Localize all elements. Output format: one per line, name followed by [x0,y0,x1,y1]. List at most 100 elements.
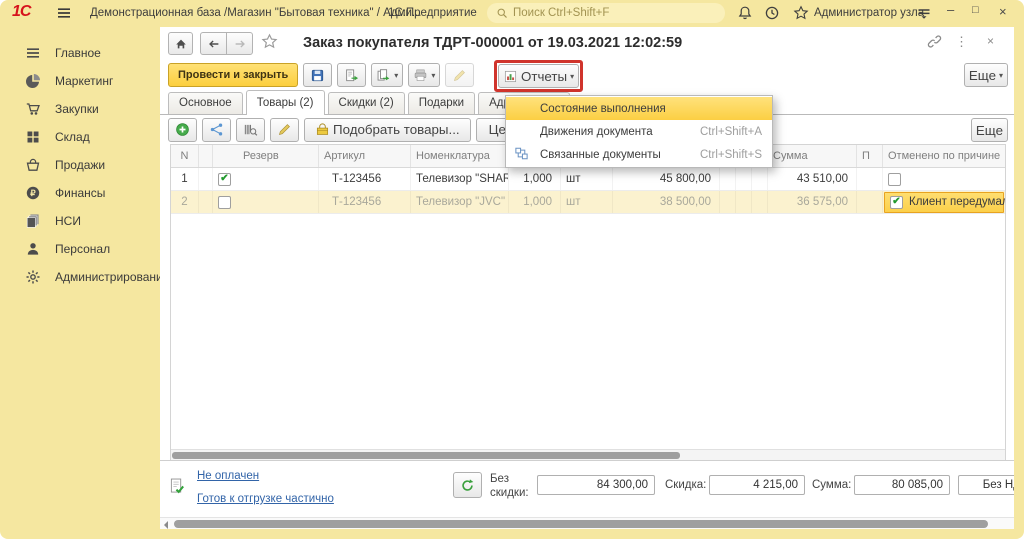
post-and-close-button[interactable]: Провести и закрыть [168,63,298,87]
menu-item-linked-documents[interactable]: Связанные документы Ctrl+Shift+S [506,143,772,166]
cell-row-number[interactable]: 2 [171,191,199,213]
cell-extra2[interactable] [736,168,752,190]
sidebar-item-nsi[interactable]: НСИ [0,207,160,235]
tab-gifts[interactable]: Подарки [408,92,475,114]
print-button[interactable]: ▾ [408,63,440,87]
sidebar-item-purchases[interactable]: Закупки [0,95,160,123]
history-button[interactable] [764,5,780,21]
close-window-button[interactable]: × [999,4,1007,19]
cell-sum[interactable]: 43 510,00 [768,168,857,190]
table-more-button[interactable]: Еще [971,118,1008,142]
create-based-on-button[interactable]: ▾ [371,63,403,87]
tab-main[interactable]: Основное [168,92,243,114]
cell-cancel-reason[interactable]: ✔ Клиент передумал [883,191,1005,213]
without-discount-field[interactable]: 84 300,00 [537,475,655,495]
cell-article[interactable]: Т-123456 [319,168,411,190]
edit-button[interactable] [445,63,474,87]
scrollbar-thumb[interactable] [172,452,680,459]
tab-discounts[interactable]: Скидки (2) [328,92,405,114]
more-menu-button[interactable]: ⋮ [955,34,968,50]
sidebar-item-personnel[interactable]: Персонал [0,235,160,263]
shipment-status-link[interactable]: Готов к отгрузке частично [197,493,334,505]
cell-nomenclature[interactable]: Телевизор "SHARP" [411,168,509,190]
favorite-star-button[interactable] [261,33,278,50]
cell-reserve[interactable]: ✔ [213,191,319,213]
discount-field[interactable]: 4 215,00 [709,475,805,495]
maximize-button[interactable]: □ [972,4,979,16]
cell-cancel-reason[interactable]: ✔ [883,168,1005,190]
scrollbar-thumb[interactable] [174,520,988,528]
cell-unit[interactable]: шт [561,168,613,190]
cell-row-number[interactable]: 1 [171,168,199,190]
cell-quantity[interactable]: 1,000 [509,168,561,190]
sidebar-item-warehouse[interactable]: Склад [0,123,160,151]
cancelled-checkbox[interactable]: ✔ [888,173,901,186]
reports-button[interactable]: Отчеты ▾ [498,64,579,88]
edit-row-button[interactable] [270,118,299,142]
search-input[interactable]: Поиск Ctrl+Shift+F [487,3,725,23]
column-header-n[interactable]: N [171,145,199,167]
cell-p[interactable] [857,168,883,190]
refresh-totals-button[interactable] [453,472,482,498]
reserve-checkbox[interactable]: ✔ [218,173,231,186]
back-button[interactable] [200,32,227,55]
favorites-button[interactable] [793,5,809,21]
cell-extra1[interactable] [720,168,736,190]
column-header-cancel-reason[interactable]: Отменено по причине [883,145,1005,167]
cell-article[interactable]: Т-123456 [319,191,411,213]
total-field[interactable]: 80 085,00 [854,475,950,495]
cell-quantity[interactable]: 1,000 [509,191,561,213]
cell-extra2[interactable] [736,191,752,213]
notifications-button[interactable] [737,5,753,21]
cell-sum[interactable]: 36 575,00 [768,191,857,213]
payment-status-link[interactable]: Не оплачен [197,470,259,482]
main-menu-button[interactable] [56,5,72,21]
post-document-button[interactable] [337,63,366,87]
cell-p[interactable] [857,191,883,213]
forward-button[interactable] [226,32,253,55]
tab-goods[interactable]: Товары (2) [246,90,325,115]
table-horizontal-scrollbar[interactable] [171,449,1005,460]
column-header-article[interactable]: Артикул [319,145,411,167]
window-horizontal-scrollbar[interactable] [160,517,1014,529]
cell-extra1[interactable] [720,191,736,213]
home-button[interactable] [168,32,193,55]
sidebar-item-marketing[interactable]: Маркетинг [0,67,160,95]
sidebar-item-finance[interactable]: Финансы [0,179,160,207]
barcode-search-button[interactable] [236,118,265,142]
reserve-checkbox[interactable]: ✔ [218,196,231,209]
pick-products-button[interactable]: Подобрать товары... [304,118,471,142]
column-header-p[interactable]: П [857,145,883,167]
table-row[interactable]: 1 ✔ Т-123456 Телевизор "SHARP" 1,000 шт … [171,168,1005,191]
column-header-reserve[interactable]: Резерв [213,145,319,167]
cell-price[interactable]: 38 500,00 [613,191,720,213]
sidebar-item-main[interactable]: Главное [0,39,160,67]
menu-item-execution-status[interactable]: Состояние выполнения [506,97,772,120]
minimize-button[interactable]: – [947,2,954,17]
current-user: Администратор узла [814,7,924,19]
add-row-button[interactable] [168,118,197,142]
sidebar-item-administration[interactable]: Администрирование [0,263,160,291]
cancelled-checkbox[interactable]: ✔ [890,196,903,209]
column-header-sum[interactable]: Сумма [768,145,857,167]
cell-unit[interactable]: шт [561,191,613,213]
column-header-nomenclature[interactable]: Номенклатура [411,145,509,167]
structure-button[interactable] [202,118,231,142]
service-menu-button[interactable] [916,5,932,21]
cell-reserve[interactable]: ✔ [213,168,319,190]
get-link-button[interactable] [927,34,942,49]
scroll-left-arrow-icon[interactable] [164,521,168,529]
column-header-icon[interactable] [199,145,213,167]
save-button[interactable] [303,63,332,87]
menu-item-document-movements[interactable]: Движения документа Ctrl+Shift+A [506,120,772,143]
form-more-button[interactable]: Еще▾ [964,63,1008,87]
table-row[interactable]: 2 ✔ Т-123456 Телевизор "JVC" 1,000 шт 38… [171,191,1005,214]
sidebar-item-sales[interactable]: Продажи [0,151,160,179]
vat-field[interactable]: Без НД [958,475,1014,495]
cell-extra3[interactable] [752,191,768,213]
cell-extra3[interactable] [752,168,768,190]
cell-nomenclature[interactable]: Телевизор "JVC" [411,191,509,213]
close-document-button[interactable]: × [987,34,994,48]
cell-price[interactable]: 45 800,00 [613,168,720,190]
selected-cancel-cell[interactable]: ✔ Клиент передумал [884,192,1004,213]
